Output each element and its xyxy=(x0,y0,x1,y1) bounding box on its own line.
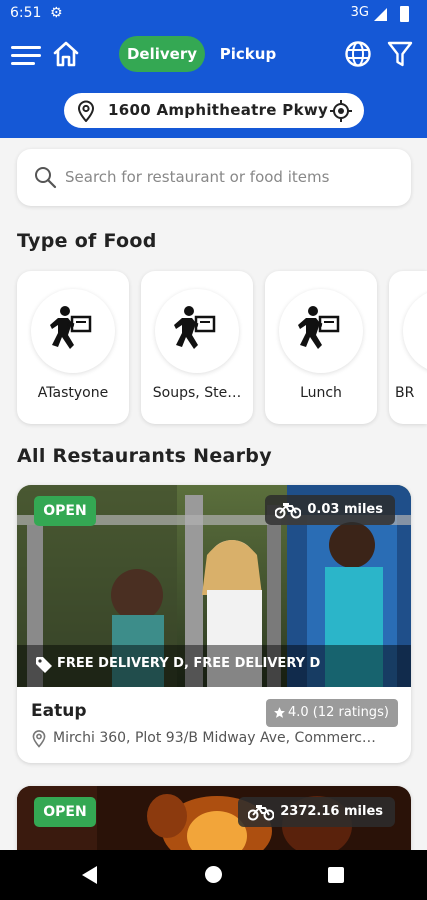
promo-text: FREE DELIVERY D, FREE DELIVERY D xyxy=(57,656,321,671)
recent-apps-icon[interactable] xyxy=(328,867,344,883)
status-time: 6:51 xyxy=(10,5,42,21)
food-type-label: BR xyxy=(395,385,415,401)
home-icon[interactable] xyxy=(52,40,80,68)
status-badge: OPEN xyxy=(34,797,96,827)
rating-badge: 4.0 (12 ratings) xyxy=(266,699,398,727)
system-nav-bar xyxy=(0,850,427,900)
delivery-person-icon xyxy=(50,306,92,349)
food-types-title: Type of Food xyxy=(17,230,157,252)
rating-text: 4.0 (12 ratings) xyxy=(288,705,389,720)
food-type-label: ATastyone xyxy=(37,385,109,401)
distance-badge: 2372.16 miles xyxy=(238,797,395,827)
location-address: 1600 Amphitheatre Pkwy xyxy=(108,101,329,119)
food-type-image xyxy=(403,289,427,373)
food-type-card[interactable]: Soups, Ste… xyxy=(141,271,253,424)
motorbike-icon xyxy=(248,805,275,821)
status-badge: OPEN xyxy=(34,496,96,526)
star-icon xyxy=(274,707,285,718)
network-type: 3G xyxy=(350,5,369,20)
status-bar: 6:51 ⚙ 3G xyxy=(0,0,427,28)
restaurant-address: Mirchi 360, Plot 93/B Midway Ave, Commer… xyxy=(53,730,376,746)
filter-icon[interactable] xyxy=(387,40,413,68)
search-bar xyxy=(17,149,411,206)
location-pin-icon xyxy=(32,730,46,748)
promo-label: FREE DELIVERY D, FREE DELIVERY D xyxy=(35,656,321,673)
location-selector[interactable]: 1600 Amphitheatre Pkwy xyxy=(64,93,364,128)
signal-icon xyxy=(374,8,387,21)
delivery-person-icon xyxy=(174,306,216,349)
food-type-card[interactable]: BR xyxy=(389,271,427,424)
motorbike-icon xyxy=(275,503,302,519)
tab-delivery[interactable]: Delivery xyxy=(119,36,205,72)
current-location-icon[interactable] xyxy=(330,100,352,122)
distance-text: 0.03 miles xyxy=(307,502,383,517)
restaurant-card[interactable]: OPEN 0.03 miles FREE DELIVERY D, FREE DE… xyxy=(17,485,411,763)
delivery-person-icon xyxy=(298,306,340,349)
battery-icon xyxy=(400,6,409,22)
restaurants-title: All Restaurants Nearby xyxy=(17,445,272,467)
food-type-card[interactable]: Lunch xyxy=(265,271,377,424)
food-type-label: Soups, Ste… xyxy=(152,385,242,401)
tag-icon xyxy=(36,657,52,673)
food-type-label: Lunch xyxy=(300,385,342,401)
food-type-image xyxy=(279,289,363,373)
restaurant-name: Eatup xyxy=(31,701,87,721)
menu-icon[interactable] xyxy=(11,44,41,66)
distance-text: 2372.16 miles xyxy=(280,804,383,819)
app-header: Delivery Pickup 1600 Amphitheatre Pkwy xyxy=(0,28,427,138)
tab-pickup[interactable]: Pickup xyxy=(215,36,281,72)
food-type-image xyxy=(31,289,115,373)
food-type-card[interactable]: ATastyone xyxy=(17,271,129,424)
globe-icon[interactable] xyxy=(344,40,372,68)
gear-icon: ⚙ xyxy=(50,5,63,21)
search-input[interactable] xyxy=(65,163,395,191)
back-icon[interactable] xyxy=(82,866,97,884)
search-icon xyxy=(35,167,57,189)
distance-badge: 0.03 miles xyxy=(265,495,395,525)
home-button-icon[interactable] xyxy=(205,866,222,883)
food-type-image xyxy=(155,289,239,373)
location-pin-icon xyxy=(77,100,95,122)
